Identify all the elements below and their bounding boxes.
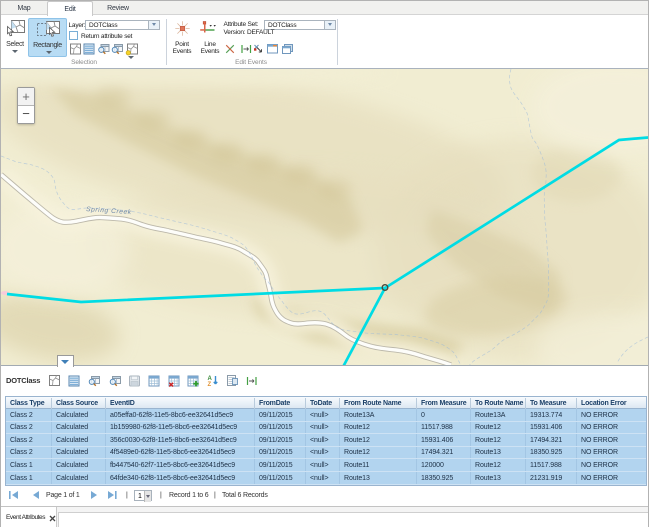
svg-text:Z: Z [208,382,212,388]
